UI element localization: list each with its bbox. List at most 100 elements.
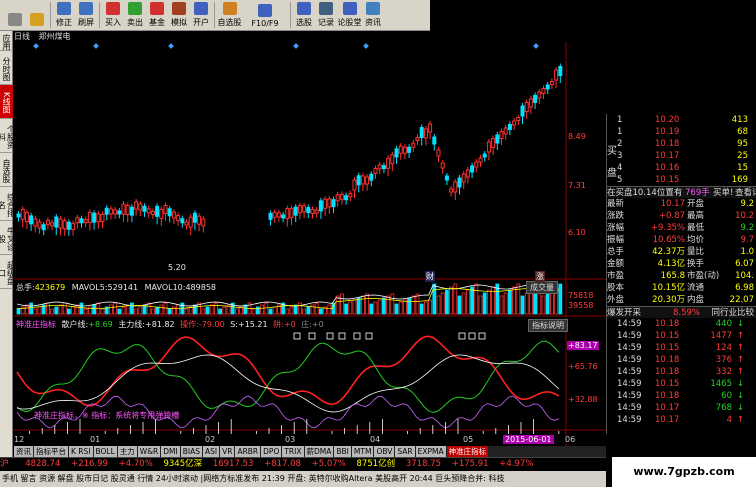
toolbar-home-button[interactable] [4,0,26,30]
toolbar-fund-button[interactable]: 基金 [146,0,168,30]
left-nav-item-2[interactable]: K线图 [0,85,13,119]
candle-body[interactable] [415,137,420,142]
candle-body[interactable] [96,213,101,223]
left-nav-item-1[interactable]: 分时图 [0,51,13,85]
candle-body[interactable] [478,157,483,163]
candle-body[interactable] [339,193,344,200]
candle-body[interactable] [503,127,508,135]
candle-body[interactable] [323,198,328,209]
candle-body[interactable] [318,200,323,212]
toolbar-refresh-button[interactable]: 刷屏 [75,0,97,30]
candle-body[interactable] [419,127,424,139]
tab-indicator[interactable]: TRIX [282,446,304,457]
tab-indicator[interactable]: BIAS [180,446,202,457]
candle-body[interactable] [302,205,307,213]
toolbar-up-down-button[interactable]: 修正 [53,0,75,30]
candle-body[interactable] [549,81,554,85]
left-nav-item-6[interactable]: 牛叉诊股 [0,221,16,255]
signal-box-icon[interactable] [308,332,316,340]
candle-body[interactable] [125,205,130,216]
candle-body[interactable] [92,212,97,223]
left-nav-item-0[interactable]: 应用 [0,31,13,51]
volume-button[interactable]: 成交量 [526,281,558,294]
tab-indicator[interactable]: DMI [161,446,180,457]
candle-body[interactable] [163,205,168,215]
candle-body[interactable] [197,215,202,225]
candle-body[interactable] [541,88,546,94]
candle-body[interactable] [268,212,273,220]
tab-indicator[interactable]: BOLL [93,446,117,457]
candle-body[interactable] [310,209,315,215]
candle-body[interactable] [138,203,143,211]
orderbook-row[interactable]: 1 10.20 413 [607,114,756,126]
candle-body[interactable] [289,208,294,219]
candle-body[interactable] [331,199,336,208]
toolbar-forum-button[interactable]: 论股堂 [337,0,362,30]
candle-body[interactable] [461,173,466,183]
signal-box-icon[interactable] [458,332,466,340]
candle-body[interactable] [159,208,164,219]
candle-body[interactable] [167,208,172,217]
orderbook-row[interactable]: 1 10.19 68 [607,126,756,138]
candle-body[interactable] [558,66,563,76]
candle-body[interactable] [545,84,550,90]
orderbook-row[interactable]: 5 10.15 169 [607,174,756,186]
candle-body[interactable] [293,206,298,216]
signal-box-icon[interactable] [365,332,373,340]
period-label[interactable]: 日线 [14,32,30,41]
candle-body[interactable] [150,210,155,215]
signal-box-icon[interactable] [293,332,301,340]
candle-body[interactable] [184,221,189,226]
left-nav-item-5[interactable]: 综合排名 [0,187,16,221]
candle-body[interactable] [360,175,365,185]
tab-indicator[interactable]: 主力 [117,446,137,457]
tab-indicator[interactable]: ASI [202,446,220,457]
candle-body[interactable] [180,218,185,224]
signal-box-icon[interactable] [353,332,361,340]
candle-body[interactable] [100,213,105,222]
candle-body[interactable] [335,194,340,202]
signal-box-icon[interactable] [478,332,486,340]
candle-body[interactable] [440,162,445,169]
toolbar-f10-button[interactable]: F10/F9 [242,0,288,30]
orderbook-row[interactable]: 4 10.16 15 [607,162,756,174]
candle-body[interactable] [407,146,412,153]
candle-body[interactable] [20,208,25,220]
candle-body[interactable] [499,131,504,139]
position-line[interactable]: 在买盘10.14位置有769手买单!查看详列 [607,186,756,198]
candle-body[interactable] [344,195,349,201]
candle-body[interactable] [129,206,134,216]
candle-body[interactable] [104,207,109,215]
candle-body[interactable] [516,117,521,121]
candle-body[interactable] [457,177,462,188]
candle-body[interactable] [444,175,449,181]
candle-body[interactable] [297,205,302,214]
orderbook-row[interactable]: 3 10.17 25 [607,150,756,162]
candle-body[interactable] [113,209,118,215]
candle-body[interactable] [356,175,361,186]
candle-body[interactable] [398,145,403,154]
candle-body[interactable] [365,176,370,185]
candle-body[interactable] [474,161,479,168]
candle-body[interactable] [171,211,176,219]
candle-body[interactable] [37,221,42,229]
left-nav-item-3[interactable]: 个股资料 [0,119,16,153]
candle-body[interactable] [528,98,533,108]
signal-box-icon[interactable] [338,332,346,340]
candle-body[interactable] [386,157,391,169]
candle-body[interactable] [108,208,113,215]
candle-body[interactable] [482,153,487,158]
candle-body[interactable] [470,165,475,173]
toolbar-select-button[interactable]: 选股 [293,0,315,30]
candle-body[interactable] [432,136,437,145]
left-nav-item-4[interactable]: 自选股 [0,153,13,187]
orderbook-row[interactable]: 2 10.18 95 [607,138,756,150]
toolbar-favorites-button[interactable]: 自选股 [217,0,242,30]
candle-body[interactable] [201,218,206,227]
tab-indicator[interactable]: DPO [261,446,282,457]
candle-body[interactable] [45,219,50,225]
candle-body[interactable] [428,123,433,133]
candle-body[interactable] [453,181,458,193]
candle-body[interactable] [188,216,193,228]
candle-body[interactable] [71,223,76,231]
